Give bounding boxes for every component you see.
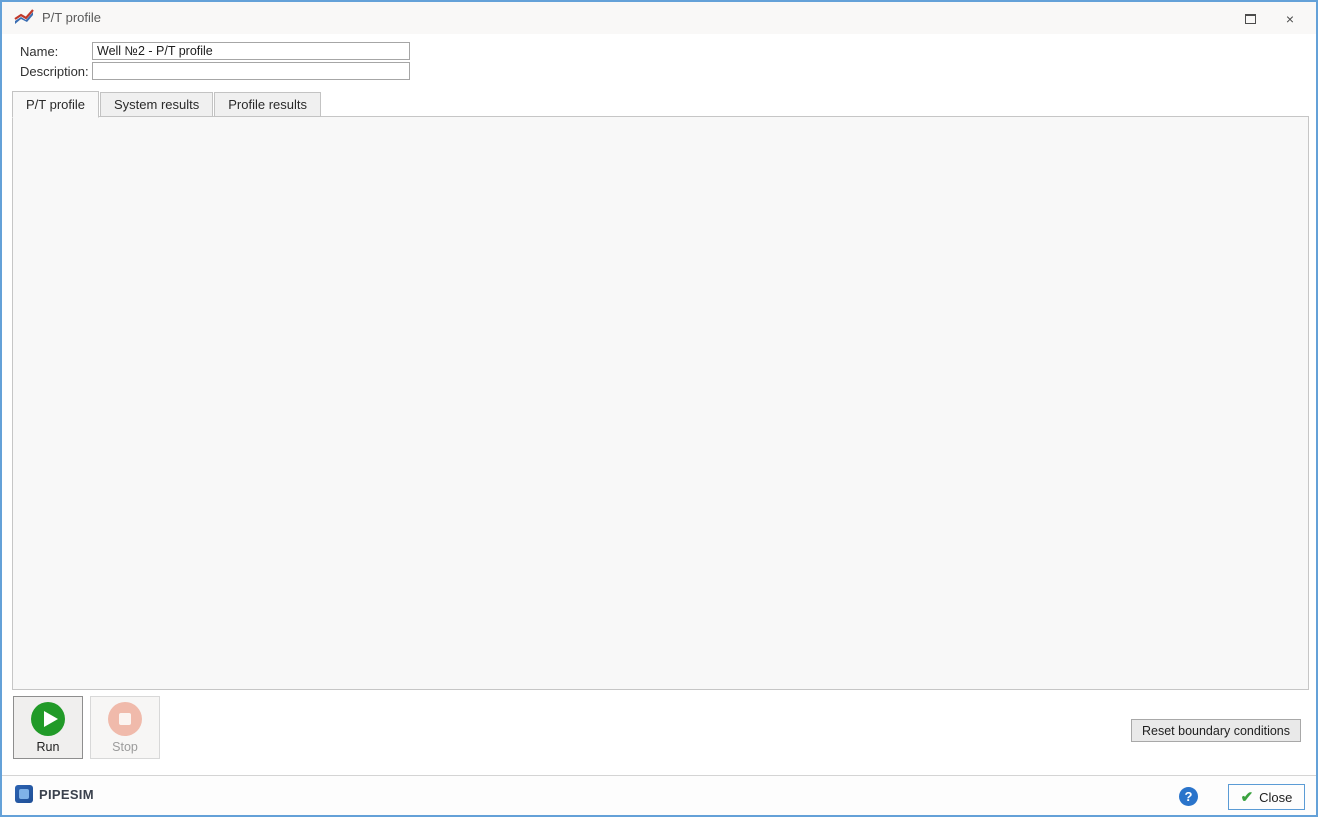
reset-boundary-conditions-button[interactable]: Reset boundary conditions bbox=[1131, 719, 1301, 742]
stop-button[interactable]: Stop bbox=[90, 696, 160, 759]
description-label: Description: bbox=[20, 64, 89, 79]
close-button[interactable]: ✔ Close bbox=[1228, 784, 1305, 810]
titlebar: P/T profile × bbox=[2, 2, 1316, 34]
checkmark-icon: ✔ bbox=[1241, 790, 1254, 805]
tab-profile-results[interactable]: Profile results bbox=[214, 92, 321, 117]
run-label: Run bbox=[37, 740, 60, 754]
pipesim-logo-icon bbox=[15, 785, 33, 803]
pipesim-brand: PIPESIM bbox=[15, 785, 94, 803]
help-button[interactable]: ? bbox=[1179, 787, 1198, 806]
description-input[interactable] bbox=[92, 62, 410, 80]
pipesim-brand-text: PIPESIM bbox=[39, 787, 94, 802]
name-input[interactable] bbox=[92, 42, 410, 60]
footer: PIPESIM ? ✔ Close bbox=[2, 776, 1316, 815]
close-icon: × bbox=[1286, 12, 1294, 26]
maximize-button[interactable] bbox=[1236, 8, 1264, 30]
window-close-button[interactable]: × bbox=[1276, 8, 1304, 30]
close-button-label: Close bbox=[1259, 790, 1292, 805]
maximize-icon bbox=[1245, 14, 1256, 24]
tab-system-results[interactable]: System results bbox=[100, 92, 213, 117]
stop-label: Stop bbox=[112, 740, 138, 754]
pt-profile-chart-icon bbox=[14, 9, 34, 26]
stop-icon bbox=[108, 702, 142, 736]
tab-strip: P/T profile System results Profile resul… bbox=[12, 90, 322, 117]
window-title: P/T profile bbox=[42, 10, 101, 25]
play-icon bbox=[31, 702, 65, 736]
pt-profile-dialog: P/T profile × Name: Description: P/T pro… bbox=[0, 0, 1318, 817]
run-button[interactable]: Run bbox=[13, 696, 83, 759]
name-label: Name: bbox=[20, 44, 58, 59]
tab-pt-profile[interactable]: P/T profile bbox=[12, 91, 99, 118]
pt-profile-tab-panel bbox=[12, 116, 1309, 690]
